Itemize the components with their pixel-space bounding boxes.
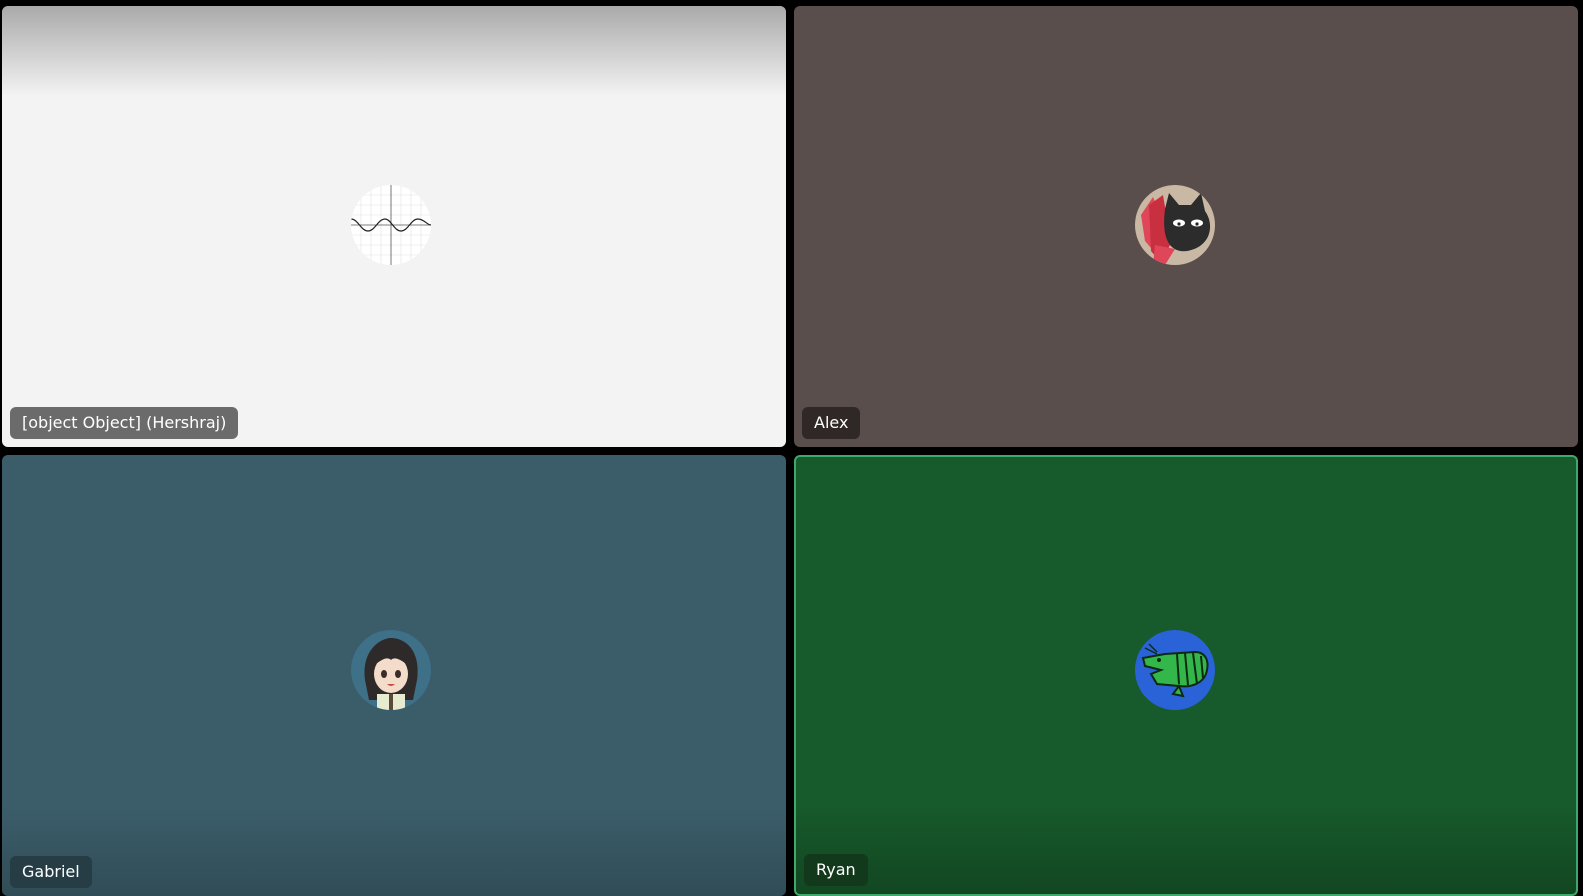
participant-name-tag: Ryan bbox=[804, 854, 868, 886]
tile-top-shade bbox=[2, 6, 786, 96]
tile-bottom-shade bbox=[796, 804, 1576, 894]
participant-tile-speaking[interactable]: Ryan bbox=[794, 455, 1578, 896]
tile-bottom-shade bbox=[2, 806, 786, 896]
participant-name-tag: Alex bbox=[802, 407, 861, 439]
participant-grid: [object Object] (Hershraj) Alex Gabriel … bbox=[0, 0, 1583, 896]
participant-tile[interactable]: Gabriel bbox=[2, 455, 786, 896]
participant-name-tag: Gabriel bbox=[10, 856, 92, 888]
participant-tile[interactable]: [object Object] (Hershraj) bbox=[2, 6, 786, 447]
anime-girl-icon bbox=[351, 630, 431, 710]
green-shrimp-icon bbox=[1135, 630, 1215, 710]
sine-wave-graph-icon bbox=[351, 185, 431, 265]
participant-name-tag: [object Object] (Hershraj) bbox=[10, 407, 239, 439]
participant-tile[interactable]: Alex bbox=[794, 6, 1578, 447]
black-cat-red-scarf-icon bbox=[1135, 185, 1215, 265]
